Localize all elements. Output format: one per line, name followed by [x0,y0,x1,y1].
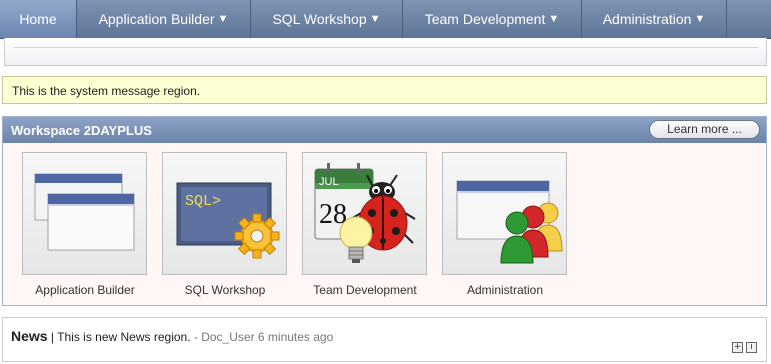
chevron-down-icon: ▼ [694,13,706,25]
tab-administration-label: Administration [602,11,692,27]
news-title: News [11,328,48,344]
application-builder-tile[interactable] [22,152,147,275]
system-message-region: This is the system message region. [2,76,767,104]
administration-tile[interactable] [442,152,567,275]
tab-administration[interactable]: Administration ▼ [582,0,727,38]
application-builder-label: Application Builder [35,283,135,297]
tab-home-label: Home [19,11,57,27]
info-icon: i [750,342,753,352]
team-development-icon: JUL 28 [314,163,416,263]
top-navigation-bar: Home Application Builder ▼ SQL Workshop … [0,0,771,39]
sql-workshop-tile[interactable]: SQL> [162,152,287,275]
lightbulb-icon [339,216,373,263]
gear-icon [234,213,280,259]
tab-sql-workshop[interactable]: SQL Workshop ▼ [251,0,403,38]
team-development-label: Team Development [313,283,417,297]
application-builder-icon [34,173,135,251]
news-content: News | This is new News region. - Doc_Us… [11,328,333,344]
calendar-month-text: JUL [319,176,339,188]
sql-workshop-label: SQL Workshop [184,283,266,297]
news-region: News | This is new News region. - Doc_Us… [2,317,767,362]
learn-more-label: Learn more ... [667,122,742,136]
plus-icon: + [733,342,742,352]
system-message-text: This is the system message region. [12,84,201,98]
chevron-down-icon: ▼ [217,13,229,25]
add-news-button[interactable]: + [732,342,743,353]
news-info-button[interactable]: i [746,342,757,353]
news-meta: - Doc_User 6 minutes ago [190,330,334,344]
news-text: This is new News region. [57,330,191,344]
tab-application-builder-label: Application Builder [98,11,215,27]
workspace-region: Workspace 2DAYPLUS Learn more ... Applic… [2,116,767,306]
chevron-down-icon: ▼ [548,13,560,25]
chevron-down-icon: ▼ [369,13,381,25]
administration-icon [456,180,563,264]
divider [13,47,758,48]
workspace-title: Workspace 2DAYPLUS [11,122,152,138]
tab-application-builder[interactable]: Application Builder ▼ [77,0,251,38]
sql-prompt-text: SQL> [185,193,221,210]
tab-home[interactable]: Home [0,0,77,38]
tab-sql-workshop-label: SQL Workshop [272,11,367,27]
tab-team-development-label: Team Development [424,11,546,27]
news-separator: | [47,330,58,344]
breadcrumb-bar [4,38,767,66]
administration-label: Administration [466,283,544,297]
tab-team-development[interactable]: Team Development ▼ [403,0,582,38]
learn-more-button[interactable]: Learn more ... [649,120,760,139]
team-development-tile[interactable]: JUL 28 [302,152,427,275]
sql-workshop-icon: SQL> [176,182,280,259]
